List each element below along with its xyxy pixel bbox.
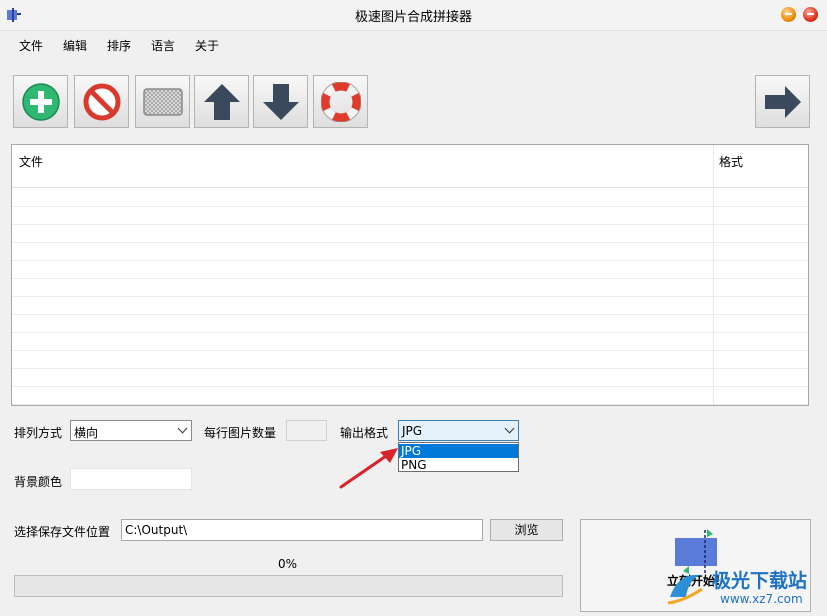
move-up-button[interactable] <box>194 75 249 128</box>
empty-row <box>12 242 808 261</box>
save-path-input[interactable]: C:\Output\ <box>121 519 483 541</box>
title-bar: 极速图片合成拼接器 <box>0 0 827 31</box>
menu-sort[interactable]: 排序 <box>107 37 131 54</box>
column-file[interactable]: 文件 <box>19 153 43 170</box>
per-row-input[interactable] <box>286 420 327 441</box>
toolbar <box>0 72 827 132</box>
next-arrow-icon <box>765 86 801 118</box>
minimize-button[interactable] <box>781 7 796 22</box>
arrange-value: 横向 <box>74 426 99 440</box>
move-down-icon <box>263 84 299 120</box>
progress-text: 0% <box>278 557 298 571</box>
menu-edit[interactable]: 编辑 <box>63 37 87 54</box>
clear-icon <box>143 88 183 116</box>
format-option-png[interactable]: PNG <box>399 458 518 472</box>
empty-row <box>12 296 808 315</box>
browse-button[interactable]: 浏览 <box>490 519 563 541</box>
chevron-down-icon <box>504 423 515 434</box>
annotation-arrow-icon <box>339 448 398 489</box>
empty-row <box>12 350 808 369</box>
menu-language[interactable]: 语言 <box>151 37 175 54</box>
close-button[interactable] <box>803 7 818 22</box>
add-icon <box>22 83 60 121</box>
menu-about[interactable]: 关于 <box>195 37 219 54</box>
save-location-label: 选择保存文件位置 <box>14 525 111 539</box>
empty-row <box>12 368 808 387</box>
bg-color-label: 背景颜色 <box>14 475 63 489</box>
window-title: 极速图片合成拼接器 <box>354 10 472 25</box>
per-row-label: 每行图片数量 <box>204 426 277 440</box>
move-up-icon <box>204 84 240 120</box>
move-down-button[interactable] <box>253 75 308 128</box>
format-option-jpg[interactable]: JPG <box>399 444 518 458</box>
empty-row <box>12 260 808 279</box>
menu-bar: 文件 编辑 排序 语言 关于 <box>0 31 827 57</box>
arrange-select[interactable]: 横向 <box>70 420 192 441</box>
watermark-logo-icon <box>667 574 703 605</box>
empty-row <box>12 314 808 333</box>
next-button[interactable] <box>755 75 810 128</box>
close-icon <box>807 13 814 15</box>
watermark-title: 极光下载站 <box>712 570 808 592</box>
watermark-url: www.xz7.com <box>720 592 803 606</box>
arrange-label: 排列方式 <box>14 426 63 440</box>
lifebuoy-icon <box>321 82 361 122</box>
empty-row <box>12 278 808 297</box>
remove-icon <box>83 83 121 121</box>
help-button[interactable] <box>313 75 368 128</box>
format-dropdown: JPG PNG <box>398 442 519 472</box>
progress-bar <box>14 575 563 597</box>
empty-row <box>12 206 808 225</box>
chevron-down-icon <box>177 423 188 434</box>
save-path-value: C:\Output\ <box>125 523 188 537</box>
format-label: 输出格式 <box>340 426 389 440</box>
empty-row <box>12 224 808 243</box>
empty-row <box>12 188 808 207</box>
column-format[interactable]: 格式 <box>719 153 743 170</box>
format-select[interactable]: JPG <box>398 420 519 441</box>
file-list[interactable]: 文件 格式 <box>11 144 809 406</box>
menu-file[interactable]: 文件 <box>19 37 43 54</box>
list-header: 文件 格式 <box>12 145 808 188</box>
minimize-icon <box>785 13 792 15</box>
remove-button[interactable] <box>74 75 129 128</box>
format-value: JPG <box>402 424 423 438</box>
clear-button[interactable] <box>135 75 190 128</box>
add-button[interactable] <box>13 75 68 128</box>
empty-row <box>12 386 808 405</box>
watermark: 极光下载站 www.xz7.com <box>660 563 827 613</box>
bg-color-swatch[interactable] <box>70 468 192 490</box>
empty-row <box>12 332 808 351</box>
